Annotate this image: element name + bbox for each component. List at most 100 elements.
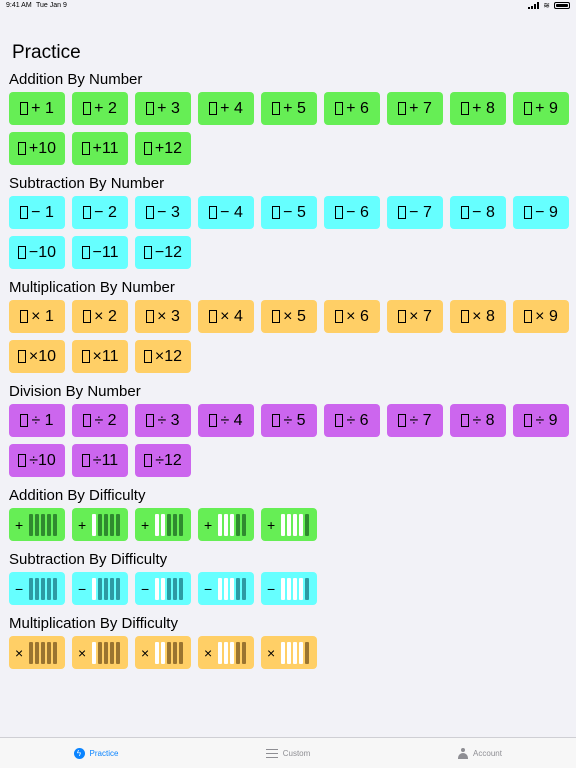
div-tile[interactable]: ÷11 <box>72 444 128 477</box>
add-difficulty-tile[interactable]: + <box>72 508 128 541</box>
tile-label: ÷ 1 <box>31 411 54 429</box>
add-tile[interactable]: + 9 <box>513 92 569 125</box>
add-tile[interactable]: +11 <box>72 132 128 165</box>
operator-label: + <box>15 516 24 533</box>
difficulty-bars-icon <box>155 577 183 600</box>
mul-tile[interactable]: × 5 <box>261 300 317 333</box>
sub-tile[interactable]: − 3 <box>135 196 191 229</box>
div-tile[interactable]: ÷ 2 <box>72 404 128 437</box>
add-tile[interactable]: + 2 <box>72 92 128 125</box>
div-tile[interactable]: ÷ 9 <box>513 404 569 437</box>
mul-tile[interactable]: ×10 <box>9 340 65 373</box>
tile-label: +11 <box>92 139 119 157</box>
placeholder-box-icon <box>398 414 407 427</box>
sub-tile[interactable]: −11 <box>72 236 128 269</box>
div-tile[interactable]: ÷ 4 <box>198 404 254 437</box>
div-tile[interactable]: ÷ 6 <box>324 404 380 437</box>
sub-tile[interactable]: −10 <box>9 236 65 269</box>
add-tile[interactable]: + 8 <box>450 92 506 125</box>
sub-difficulty-tile[interactable]: − <box>198 572 254 605</box>
div-tile[interactable]: ÷ 7 <box>387 404 443 437</box>
mul-tile[interactable]: × 1 <box>9 300 65 333</box>
div-tile[interactable]: ÷10 <box>9 444 65 477</box>
tile-label: + 8 <box>472 99 495 117</box>
mul-difficulty-tile[interactable]: × <box>261 636 317 669</box>
tile-label: ÷10 <box>29 451 56 469</box>
add-tile[interactable]: + 6 <box>324 92 380 125</box>
tile-label: × 6 <box>346 307 369 325</box>
mul-difficulty-tile[interactable]: × <box>72 636 128 669</box>
operator-label: − <box>15 580 24 597</box>
tile-grid: + 1 + 2 + 3 + 4 + 5 + 6 + 7 + 8 + 9 +10 +11 +12 <box>0 92 576 172</box>
placeholder-box-icon <box>524 206 533 219</box>
placeholder-box-icon <box>461 102 470 115</box>
add-tile[interactable]: + 3 <box>135 92 191 125</box>
mul-tile[interactable]: × 6 <box>324 300 380 333</box>
mul-tile[interactable]: ×11 <box>72 340 128 373</box>
difficulty-bars-icon <box>155 513 183 536</box>
mul-difficulty-tile[interactable]: × <box>198 636 254 669</box>
div-tile[interactable]: ÷ 8 <box>450 404 506 437</box>
mul-tile[interactable]: ×12 <box>135 340 191 373</box>
sub-tile[interactable]: − 7 <box>387 196 443 229</box>
div-tile[interactable]: ÷ 5 <box>261 404 317 437</box>
placeholder-box-icon <box>83 206 92 219</box>
difficulty-bars-icon <box>281 577 309 600</box>
add-difficulty-tile[interactable]: + <box>198 508 254 541</box>
sub-difficulty-tile[interactable]: − <box>72 572 128 605</box>
mul-tile[interactable]: × 7 <box>387 300 443 333</box>
difficulty-bars-icon <box>92 577 120 600</box>
mul-difficulty-tile[interactable]: × <box>9 636 65 669</box>
tab-account[interactable]: Account <box>384 738 576 768</box>
sub-tile[interactable]: − 4 <box>198 196 254 229</box>
operator-label: + <box>204 516 213 533</box>
add-tile[interactable]: + 7 <box>387 92 443 125</box>
add-tile[interactable]: +12 <box>135 132 191 165</box>
sub-difficulty-tile[interactable]: − <box>261 572 317 605</box>
add-tile[interactable]: + 1 <box>9 92 65 125</box>
mul-tile[interactable]: × 9 <box>513 300 569 333</box>
placeholder-box-icon <box>143 246 152 259</box>
add-tile[interactable]: + 5 <box>261 92 317 125</box>
sub-difficulty-tile[interactable]: − <box>135 572 191 605</box>
difficulty-bars-icon <box>29 513 57 536</box>
placeholder-box-icon <box>398 310 407 323</box>
tile-grid: − − − − − <box>0 572 576 612</box>
add-tile[interactable]: + 4 <box>198 92 254 125</box>
tile-label: ÷ 9 <box>535 411 558 429</box>
div-tile[interactable]: ÷ 3 <box>135 404 191 437</box>
add-difficulty-tile[interactable]: + <box>261 508 317 541</box>
add-difficulty-tile[interactable]: + <box>9 508 65 541</box>
tile-label: −10 <box>28 243 57 261</box>
tile-label: × 3 <box>157 307 180 325</box>
sub-tile[interactable]: − 9 <box>513 196 569 229</box>
sub-tile[interactable]: − 1 <box>9 196 65 229</box>
placeholder-box-icon <box>335 310 344 323</box>
tab-practice[interactable]: ϟ Practice <box>0 738 192 768</box>
mul-tile[interactable]: × 3 <box>135 300 191 333</box>
mul-tile[interactable]: × 4 <box>198 300 254 333</box>
tile-label: × 9 <box>535 307 558 325</box>
add-difficulty-tile[interactable]: + <box>135 508 191 541</box>
sub-tile[interactable]: − 8 <box>450 196 506 229</box>
mul-tile[interactable]: × 8 <box>450 300 506 333</box>
placeholder-box-icon <box>335 414 344 427</box>
tab-custom[interactable]: Custom <box>192 738 384 768</box>
div-tile[interactable]: ÷ 1 <box>9 404 65 437</box>
tile-label: − 2 <box>94 203 117 221</box>
placeholder-box-icon <box>20 102 29 115</box>
add-tile[interactable]: +10 <box>9 132 65 165</box>
sub-tile[interactable]: − 5 <box>261 196 317 229</box>
placeholder-box-icon <box>81 142 90 155</box>
sub-tile[interactable]: −12 <box>135 236 191 269</box>
mul-difficulty-tile[interactable]: × <box>135 636 191 669</box>
placeholder-box-icon <box>335 102 344 115</box>
div-tile[interactable]: ÷12 <box>135 444 191 477</box>
tile-grid: ÷ 1 ÷ 2 ÷ 3 ÷ 4 ÷ 5 ÷ 6 ÷ 7 ÷ 8 ÷ 9 ÷10 ÷11 ÷12 <box>0 404 576 484</box>
mul-tile[interactable]: × 2 <box>72 300 128 333</box>
sub-tile[interactable]: − 6 <box>324 196 380 229</box>
sub-tile[interactable]: − 2 <box>72 196 128 229</box>
tile-label: ÷ 2 <box>94 411 117 429</box>
bolt-icon: ϟ <box>73 747 85 759</box>
sub-difficulty-tile[interactable]: − <box>9 572 65 605</box>
